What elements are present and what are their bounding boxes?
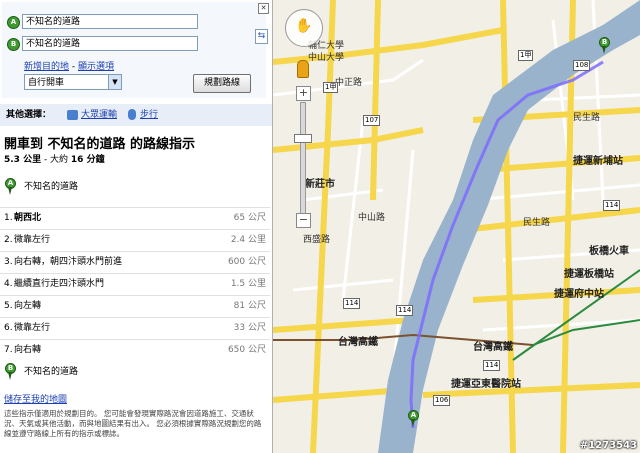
map-navigation-control: ✋ + − — [282, 6, 332, 236]
route-step[interactable]: 4. 繼續直行走四汴頭水門 1.5 公里 — [0, 273, 270, 295]
form-links: 新增目的地 - 顯示選項 — [24, 59, 114, 72]
other-options-label: 其他選擇： — [6, 110, 52, 120]
map-label: 民生路 — [573, 113, 601, 123]
summary-distance: 5.3 公里 — [4, 155, 42, 165]
link-separator: - — [69, 62, 78, 72]
travel-mode-value: 自行開車 — [28, 78, 65, 88]
route-summary: 5.3 公里 - 大約 16 分鐘 — [4, 152, 105, 165]
pegman-icon[interactable] — [297, 60, 309, 78]
route-title: 開車到 不知名的道路 的路線指示 — [4, 137, 196, 152]
transit-link[interactable]: 大眾運輸 — [81, 104, 117, 126]
route-step[interactable]: 3. 向右轉，朝四汴頭水門前進 600 公尺 — [0, 251, 270, 273]
route-step[interactable]: 2. 微靠左行 2.4 公里 — [0, 229, 270, 251]
walk-icon — [128, 109, 136, 120]
route-end-marker-icon[interactable]: B — [599, 37, 610, 55]
end-location-label: 不知名的道路 — [24, 367, 79, 377]
map-label: 台灣高鐵 — [473, 342, 513, 353]
route-step[interactable]: 5. 向左轉 81 公尺 — [0, 295, 270, 317]
map-label: 中正路 — [335, 78, 363, 88]
disclaimer-note: 這些指示僅適用於規劃目的。 您可能會發現實際路況會因道路施工、交通狀況、天氣或其… — [4, 409, 262, 438]
route-step[interactable]: 7. 向右轉 650 公尺 — [0, 339, 270, 361]
map-label: 中山路 — [358, 213, 386, 223]
map-label: 民生路 — [523, 218, 551, 228]
route-shield: 108 — [573, 60, 591, 71]
route-step[interactable]: 6. 微靠左行 33 公尺 — [0, 317, 270, 339]
zoom-slider-thumb[interactable] — [294, 134, 312, 143]
get-directions-button[interactable]: 規劃路線 — [193, 74, 251, 93]
start-pin-icon: A — [5, 178, 16, 196]
map-label: 捷運板橋站 — [564, 269, 614, 280]
zoom-in-button[interactable]: + — [296, 86, 311, 101]
route-shield: 106 — [433, 395, 451, 406]
map-label: 台灣高鐵 — [338, 337, 378, 348]
directions-panel: A 不知名的道路 B 不知名的道路 ✕ ⇆ 新增目的地 - 顯示選項 自行開車 … — [0, 0, 273, 453]
map-label: 捷運亞東醫院站 — [451, 379, 521, 390]
save-to-my-maps-link[interactable]: 儲存至我的地圖 — [4, 392, 67, 405]
directions-form: A 不知名的道路 B 不知名的道路 ✕ ⇆ 新增目的地 - 顯示選項 自行開車 … — [2, 2, 269, 98]
zoom-out-button[interactable]: − — [296, 213, 311, 228]
show-options-link[interactable]: 顯示選項 — [78, 62, 114, 72]
zoom-slider-track[interactable] — [300, 102, 306, 216]
route-shield: 114 — [603, 200, 621, 211]
route-start-marker-icon[interactable]: A — [408, 410, 419, 428]
end-address-input[interactable]: 不知名的道路 — [22, 36, 198, 51]
route-step[interactable]: 1. 朝西北 65 公尺 — [0, 207, 270, 229]
hand-pan-icon: ✋ — [295, 18, 313, 34]
add-destination-link[interactable]: 新增目的地 — [24, 62, 69, 72]
map-label: 板橋火車 — [589, 246, 629, 257]
route-shield: 1甲 — [518, 50, 534, 61]
watermark-text: #1273543 — [579, 440, 637, 451]
map-label: 捷運新埔站 — [573, 156, 623, 167]
end-pin-icon: B — [5, 363, 16, 381]
route-shield: 114 — [396, 305, 414, 316]
start-marker-icon: A — [7, 16, 20, 29]
other-options-bar: 其他選擇： 大眾運輸 步行 — [0, 104, 272, 126]
bus-icon — [67, 110, 78, 120]
summary-time: 16 分鐘 — [70, 155, 105, 165]
map-view[interactable]: 輔仁大學 中山大學 新莊市 捷運新埔站 板橋火車 捷運板橋站 捷運府中站 台灣高… — [273, 0, 640, 453]
map-label: 捷運府中站 — [554, 289, 604, 300]
summary-separator: - 大約 — [41, 155, 71, 165]
end-marker-icon: B — [7, 38, 20, 51]
route-shield: 114 — [483, 360, 501, 371]
close-icon[interactable]: ✕ — [258, 3, 269, 14]
chevron-down-icon: ▼ — [108, 75, 121, 89]
walk-link[interactable]: 步行 — [140, 104, 158, 126]
travel-mode-select[interactable]: 自行開車 ▼ — [24, 74, 122, 90]
route-shield: 114 — [343, 298, 361, 309]
route-shield: 107 — [363, 115, 381, 126]
start-address-input[interactable]: 不知名的道路 — [22, 14, 198, 29]
start-location-label: 不知名的道路 — [24, 182, 79, 192]
swap-icon[interactable]: ⇆ — [255, 29, 268, 44]
